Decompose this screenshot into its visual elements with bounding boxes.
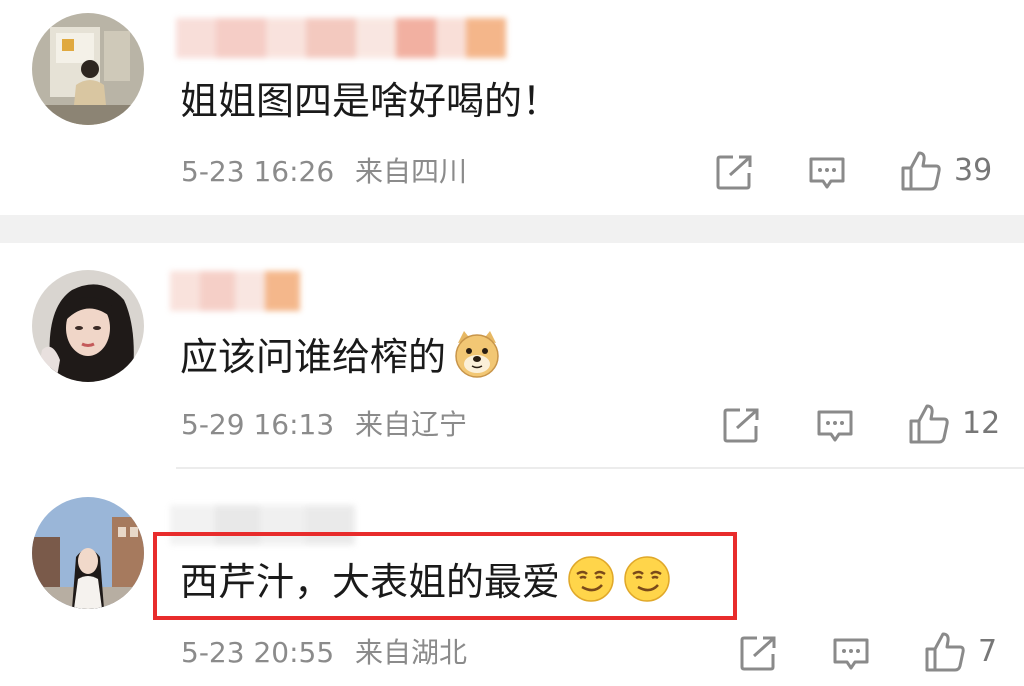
- comment-icon: [809, 157, 845, 189]
- comment-location: 来自湖北: [355, 636, 468, 669]
- comment-item: 姐姐图四是啥好喝的！ 5-23 16:26 来自四川 39: [0, 0, 1024, 215]
- thumbs-up-icon: [901, 151, 941, 191]
- comment-location: 来自四川: [355, 155, 468, 188]
- comment-icon: [817, 410, 853, 442]
- comment-time: 5-29 16:13: [181, 408, 335, 441]
- share-icon: [740, 636, 776, 671]
- share-button[interactable]: [723, 407, 761, 443]
- comment-text: 姐姐图四是啥好喝的！: [180, 82, 560, 120]
- comment-meta: 5-29 16:13 来自辽宁: [181, 411, 467, 439]
- comment-time: 5-23 16:26: [181, 155, 335, 188]
- comment-meta: 5-23 20:55 来自湖北: [181, 639, 467, 667]
- share-icon: [723, 408, 759, 443]
- comment-text-label: 姐姐图四是啥好喝的！: [180, 79, 561, 123]
- avatar[interactable]: [32, 270, 144, 382]
- avatar[interactable]: [32, 497, 144, 609]
- comment-text: 应该问谁给榨的: [180, 329, 502, 385]
- share-button[interactable]: [716, 154, 754, 190]
- share-button[interactable]: [740, 635, 778, 671]
- username-redacted: [176, 18, 506, 58]
- username-redacted: [170, 271, 300, 311]
- like-button[interactable]: 12: [908, 403, 1000, 445]
- comment-item: 应该问谁给榨的 5-29 16:13 来自辽宁 12: [0, 243, 1024, 469]
- comment-location: 来自辽宁: [355, 408, 468, 441]
- like-count: 12: [962, 406, 1001, 441]
- thumbs-up-icon: [909, 404, 949, 444]
- reply-button[interactable]: [816, 409, 854, 443]
- share-icon: [716, 155, 752, 190]
- comment-time: 5-23 20:55: [181, 636, 335, 669]
- like-button[interactable]: 39: [900, 150, 992, 192]
- comment-text-label: 应该问谁给榨的: [180, 335, 447, 379]
- like-count: 7: [978, 634, 998, 669]
- like-count: 39: [954, 153, 993, 188]
- like-button[interactable]: 7: [924, 631, 997, 673]
- comment-icon: [833, 638, 869, 670]
- thumbs-up-icon: [925, 632, 965, 672]
- reply-button[interactable]: [832, 637, 870, 671]
- reply-button[interactable]: [808, 156, 846, 190]
- doge-emoji: [452, 329, 502, 385]
- avatar[interactable]: [32, 13, 144, 125]
- comment-meta: 5-23 16:26 来自四川: [181, 158, 467, 186]
- highlight-box: [153, 532, 737, 620]
- section-divider: [0, 215, 1024, 243]
